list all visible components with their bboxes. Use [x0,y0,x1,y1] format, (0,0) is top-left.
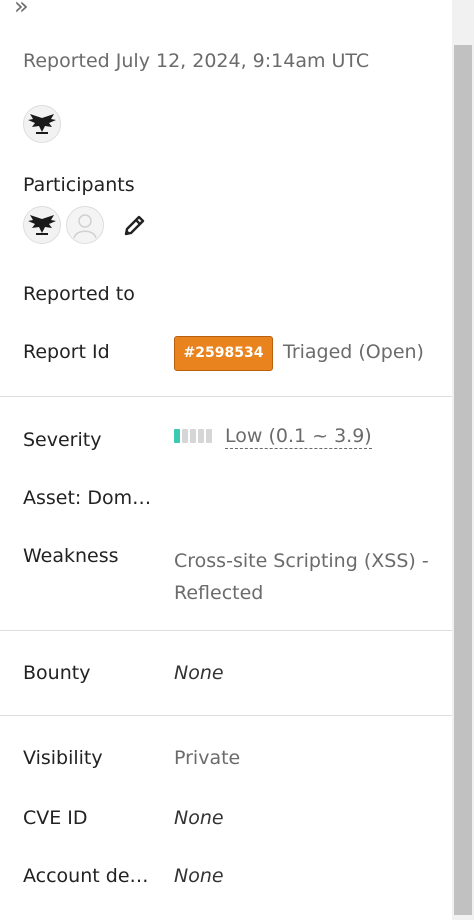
asset-label: Asset: Dom… [23,487,152,509]
reporter-avatar[interactable] [23,105,61,143]
pencil-icon[interactable] [121,211,149,239]
eagle-avatar-icon [24,106,60,142]
reported-to-label: Reported to [23,283,135,305]
scrollbar-thumb[interactable] [454,45,472,915]
report-id-badge[interactable]: #2598534 [174,336,273,371]
weakness-value: Cross-site Scripting (XSS) - Reflected [174,550,429,604]
reported-date: Reported July 12, 2024, 9:14am UTC [23,50,370,72]
divider [0,715,452,716]
severity-segment [198,429,204,443]
divider [0,630,452,631]
severity-label: Severity [23,429,102,451]
cve-id-label: CVE ID [23,807,88,829]
visibility-value: Private [174,747,241,769]
eagle-avatar-icon [24,207,60,243]
bounty-value: None [174,662,224,684]
severity-segment [182,429,188,443]
severity-segment [206,429,212,443]
severity-meter [174,429,212,443]
bounty-label: Bounty [23,662,91,684]
report-id-label: Report Id [23,341,110,363]
default-user-icon [67,207,103,243]
account-details-label: Account de… [23,865,149,887]
cve-id-value: None [174,807,224,829]
severity-segment [190,429,196,443]
severity-value-link[interactable]: Low (0.1 ~ 3.9) [225,425,372,449]
divider [0,396,452,397]
visibility-label: Visibility [23,747,103,769]
participant-avatar-1[interactable] [23,206,61,244]
severity-segment-filled [174,429,180,443]
weakness-label: Weakness [23,545,119,567]
double-chevron-right-icon[interactable]: » [14,0,29,20]
report-status: Triaged (Open) [283,341,424,363]
participants-label: Participants [23,174,135,196]
report-sidebar: » Reported July 12, 2024, 9:14am UTC Par… [0,0,452,920]
account-details-value: None [174,865,224,887]
participant-avatar-2[interactable] [66,206,104,244]
